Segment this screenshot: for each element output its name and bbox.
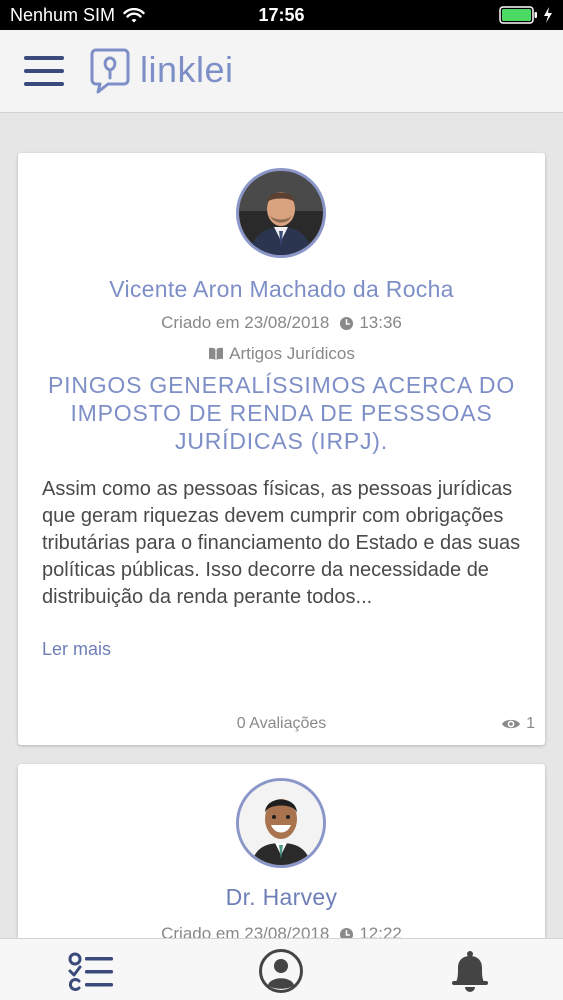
book-icon — [209, 347, 224, 360]
tab-profile[interactable] — [255, 949, 307, 993]
notification-bell-icon — [452, 951, 488, 992]
post-category[interactable]: Artigos Jurídicos — [18, 344, 545, 364]
feed-list-icon — [68, 952, 113, 991]
author-photo — [239, 781, 323, 865]
post-card[interactable]: Vicente Aron Machado da Rocha Criado em … — [18, 153, 545, 745]
created-time: 13:36 — [359, 313, 402, 332]
logo-text: linklei — [140, 49, 234, 90]
battery-icon — [499, 6, 537, 24]
eye-icon — [502, 719, 521, 729]
ratings-count[interactable]: 0 Avaliações — [18, 715, 545, 733]
post-meta: Criado em 23/08/2018 13:36 — [18, 313, 545, 333]
read-more-link[interactable]: Ler mais — [42, 639, 111, 660]
tab-notifications[interactable] — [444, 949, 496, 993]
author-avatar[interactable] — [236, 778, 326, 868]
status-time: 17:56 — [258, 5, 305, 25]
tab-feed[interactable] — [66, 949, 118, 993]
hamburger-icon[interactable] — [24, 56, 64, 86]
views-counter: 1 — [501, 715, 535, 733]
profile-icon — [259, 949, 303, 993]
status-bar: Nenhum SIM 17:56 — [0, 0, 563, 30]
app-logo: linklei — [90, 46, 234, 94]
views-count: 1 — [526, 715, 535, 732]
author-name[interactable]: Vicente Aron Machado da Rocha — [18, 276, 545, 303]
post-excerpt: Assim como as pessoas físicas, as pessoa… — [42, 478, 521, 608]
bottom-tab-bar — [0, 938, 563, 1000]
author-avatar[interactable] — [236, 168, 326, 258]
category-label: Artigos Jurídicos — [229, 344, 355, 363]
app-header: linklei — [0, 30, 563, 113]
clock-icon — [340, 316, 354, 330]
author-photo — [239, 171, 323, 255]
charging-bolt-icon — [544, 7, 552, 23]
author-name[interactable]: Dr. Harvey — [18, 884, 545, 911]
post-title[interactable]: PINGOS GENERALÍSSIMOS ACERCA DO IMPOSTO … — [32, 371, 531, 455]
created-date: Criado em 23/08/2018 — [161, 313, 330, 332]
linklei-logo-icon — [90, 48, 130, 94]
